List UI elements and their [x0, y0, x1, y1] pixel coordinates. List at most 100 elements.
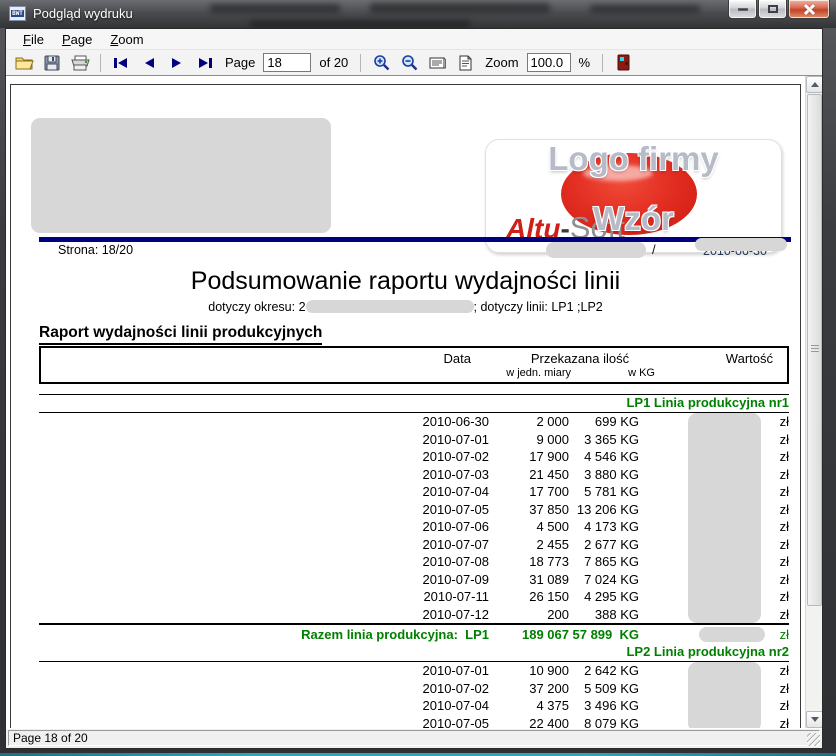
next-page-button[interactable] [165, 52, 189, 74]
currency: zł [780, 663, 789, 678]
window-title: Podgląd wydruku [33, 6, 133, 21]
table-row: 2010-07-12200388 KGzł [39, 606, 789, 624]
col-header-qty-group: Przekazana ilość [491, 348, 641, 367]
table-row: 2010-07-0522 4008 079 KGzł [39, 715, 789, 729]
print-button[interactable] [68, 52, 92, 74]
cell-date: 2010-07-01 [369, 663, 489, 678]
cell-value: zł [639, 483, 789, 501]
redaction-blob [688, 518, 761, 536]
prev-page-icon [143, 57, 155, 69]
cell-qty: 26 150 [489, 589, 569, 604]
col-header-qty-kg: w KG [571, 367, 655, 382]
table-row: 2010-07-0931 0897 024 KGzł [39, 571, 789, 589]
redaction-blob [688, 680, 761, 698]
exit-door-icon [617, 54, 630, 71]
currency: zł [780, 519, 789, 534]
page-of-label: of 20 [319, 55, 348, 70]
cell-qty: 37 200 [489, 681, 569, 696]
currency: zł [780, 627, 789, 642]
close-icon [803, 3, 815, 15]
table-row: 2010-06-302 000699 KGzł [39, 413, 789, 431]
scrollbar-thumb[interactable] [807, 94, 822, 606]
cell-value: zł [639, 680, 789, 698]
zoom-in-icon [373, 54, 390, 71]
cell-kg: 8 079 KG [569, 716, 639, 728]
maximize-button[interactable] [758, 0, 787, 19]
menu-file[interactable]: File [14, 30, 53, 49]
close-button[interactable] [788, 0, 830, 19]
maximize-icon [768, 5, 778, 13]
save-button[interactable] [40, 52, 64, 74]
preview-viewport[interactable]: Altu-Soft Logo firmy Wzór Strona: 18/20 … [6, 76, 822, 728]
cell-kg: 5 509 KG [569, 681, 639, 696]
zoom-out-button[interactable] [397, 52, 421, 74]
page-number-input[interactable] [263, 53, 311, 72]
scroll-up-button[interactable] [806, 76, 822, 93]
redaction-blob [688, 588, 761, 606]
scroll-down-button[interactable] [806, 711, 822, 728]
whole-page-icon [459, 55, 472, 71]
currency: zł [780, 698, 789, 713]
cell-value: zł [639, 466, 789, 484]
title-bar[interactable]: BWT Podgląd wydruku [0, 0, 836, 28]
table-row: 2010-07-0537 85013 206 KGzł [39, 501, 789, 519]
cell-value: zł [639, 588, 789, 606]
total-kg: 57 899 KG [569, 627, 639, 642]
total-value: zł [639, 625, 789, 644]
cell-qty: 21 450 [489, 467, 569, 482]
zoom-value-input[interactable] [527, 53, 571, 72]
zoom-out-icon [401, 54, 418, 71]
cell-kg: 2 677 KG [569, 537, 639, 552]
fit-width-button[interactable] [425, 52, 449, 74]
currency: zł [780, 502, 789, 517]
redaction-blob [688, 606, 761, 624]
group-header: LP1 Linia produkcyjna nr1 [39, 395, 789, 412]
cell-value: zł [639, 606, 789, 624]
resize-grip[interactable] [807, 733, 820, 746]
vertical-scrollbar[interactable] [805, 76, 822, 728]
cell-value: zł [639, 431, 789, 449]
cell-date: 2010-07-08 [369, 554, 489, 569]
menu-page[interactable]: Page [53, 30, 101, 49]
group-header: LP2 Linia produkcyjna nr2 [39, 644, 789, 661]
print-preview-window: BWT Podgląd wydruku File Page Zoom [0, 0, 836, 756]
first-page-button[interactable] [109, 52, 133, 74]
cell-qty: 2 000 [489, 414, 569, 429]
cell-value: zł [639, 413, 789, 431]
cell-value: zł [639, 715, 789, 729]
table-row: 2010-07-1126 1504 295 KGzł [39, 588, 789, 606]
toolbar-separator [100, 54, 101, 72]
table-row: 2010-07-0237 2005 509 KGzł [39, 680, 789, 698]
cell-qty: 18 773 [489, 554, 569, 569]
cell-qty: 2 455 [489, 537, 569, 552]
background-smudge [590, 5, 700, 13]
last-page-button[interactable] [193, 52, 217, 74]
table-row: 2010-07-044 3753 496 KGzł [39, 697, 789, 715]
cell-date: 2010-07-01 [369, 432, 489, 447]
table-row: 2010-07-019 0003 365 KGzł [39, 431, 789, 449]
whole-page-button[interactable] [453, 52, 477, 74]
cell-date: 2010-07-06 [369, 519, 489, 534]
menu-zoom[interactable]: Zoom [101, 30, 152, 49]
cell-date: 2010-07-09 [369, 572, 489, 587]
group-rows: 2010-06-302 000699 KGzł 2010-07-019 0003… [39, 413, 789, 623]
cell-qty: 9 000 [489, 432, 569, 447]
background-smudge [250, 20, 470, 28]
table-row: 2010-07-0321 4503 880 KGzł [39, 466, 789, 484]
redaction-blob [688, 715, 761, 729]
cell-qty: 31 089 [489, 572, 569, 587]
client-area: File Page Zoom [5, 28, 823, 749]
zoom-in-button[interactable] [369, 52, 393, 74]
minimize-button[interactable] [728, 0, 757, 19]
cell-qty: 22 400 [489, 716, 569, 728]
total-row: Razem linia produkcyjna: LP1 189 067 57 … [39, 625, 789, 644]
open-button[interactable] [12, 52, 36, 74]
exit-button[interactable] [611, 52, 635, 74]
cell-qty: 17 700 [489, 484, 569, 499]
cell-date: 2010-07-02 [369, 681, 489, 696]
prev-page-button[interactable] [137, 52, 161, 74]
currency: zł [780, 432, 789, 447]
cell-value: zł [639, 536, 789, 554]
currency: zł [780, 607, 789, 622]
cell-kg: 4 546 KG [569, 449, 639, 464]
